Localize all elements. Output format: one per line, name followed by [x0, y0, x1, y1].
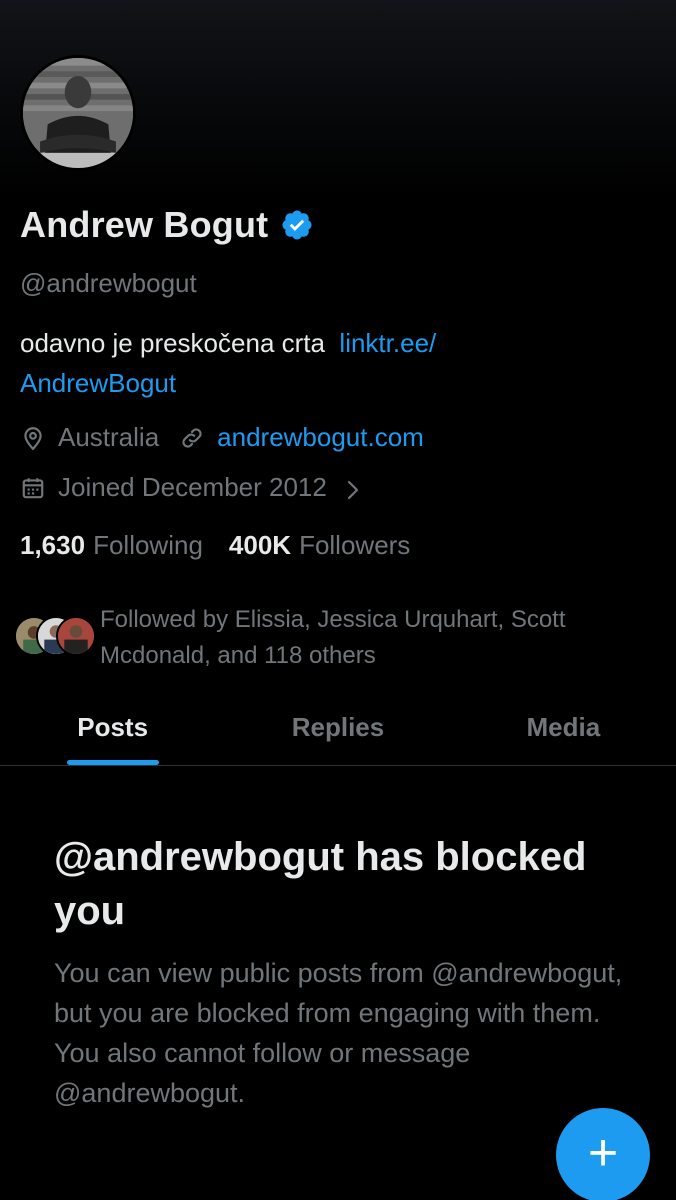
followed-by-text: Followed by Elissia, Jessica Urquhart, S… [100, 606, 566, 669]
name-row: Andrew Bogut [20, 204, 314, 246]
plus-icon: + [587, 1124, 619, 1182]
tab-media[interactable]: Media [451, 700, 676, 765]
active-tab-indicator [66, 760, 159, 765]
profile-location-row: Australia andrewbogut.com [20, 422, 424, 453]
mutual-follower-avatars [14, 616, 98, 658]
blocked-notice-description: You can view public posts from @andrewbo… [54, 958, 623, 1108]
profile-handle: @andrewbogut [20, 268, 197, 298]
tab-replies[interactable]: Replies [225, 700, 450, 765]
profile-avatar[interactable] [20, 55, 136, 171]
bio-link[interactable]: linktr.ee/ [339, 328, 436, 358]
bio-text: odavno je preskočena crta [20, 328, 325, 358]
tab-label: Replies [291, 712, 385, 742]
profile-stats: 1,630 Following 400K Followers [20, 530, 410, 561]
profile-tabs: Posts Replies Media [0, 700, 676, 766]
compose-post-button[interactable]: + [556, 1108, 650, 1200]
following-count: 1,630 [20, 530, 86, 560]
profile-bio: odavno je preskočena crta linktr.ee/ And… [20, 323, 660, 403]
bio-link-continued[interactable]: AndrewBogut [20, 368, 176, 398]
following-stat[interactable]: 1,630 Following [20, 530, 203, 561]
followers-count: 400K [228, 530, 292, 560]
blocked-notice-title: @andrewbogut has blocked you [54, 835, 587, 933]
profile-joined-date: Joined December 2012 [58, 472, 327, 502]
location-pin-icon [20, 425, 46, 451]
link-icon [179, 425, 205, 451]
tab-label: Media [526, 712, 601, 742]
profile-website-link[interactable]: andrewbogut.com [217, 422, 424, 453]
following-label: Following [93, 530, 203, 560]
avatar-photo [23, 58, 133, 168]
followers-stat[interactable]: 400K Followers [229, 530, 410, 561]
tab-posts[interactable]: Posts [0, 700, 225, 765]
mutual-avatar [56, 616, 96, 656]
followers-label: Followers [299, 530, 411, 560]
verified-badge-icon[interactable] [280, 208, 314, 242]
profile-location: Australia [58, 422, 160, 452]
display-name: Andrew Bogut [20, 204, 269, 245]
tab-label: Posts [77, 712, 149, 742]
chevron-right-icon [345, 477, 361, 499]
profile-joined-row[interactable]: Joined December 2012 [20, 472, 361, 503]
calendar-icon [20, 475, 46, 501]
followed-by-row[interactable]: Followed by Elissia, Jessica Urquhart, S… [14, 602, 650, 674]
